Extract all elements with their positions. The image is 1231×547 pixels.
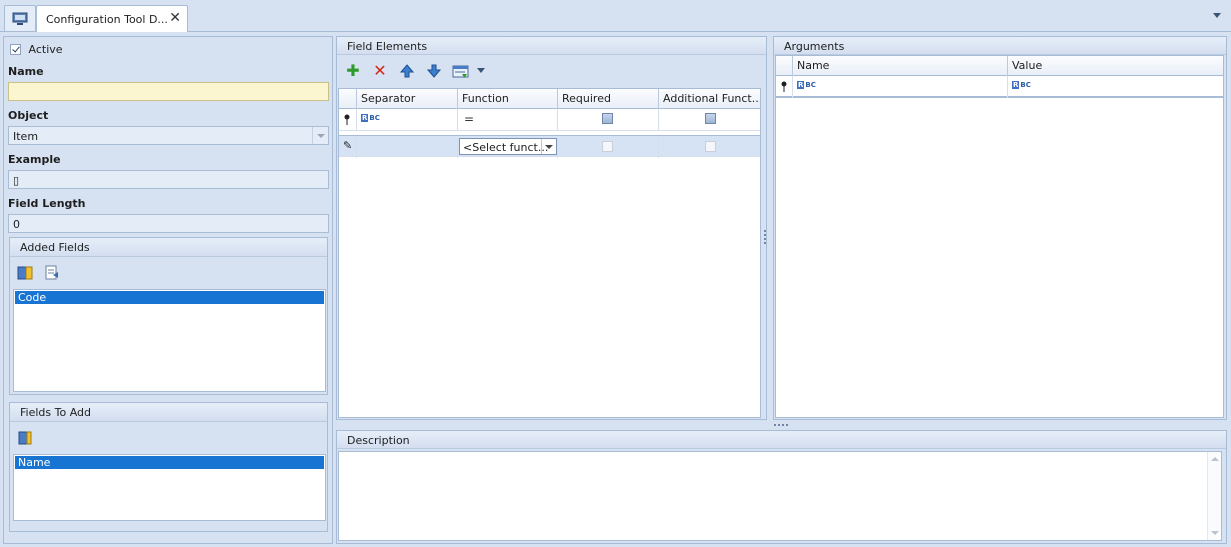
filter-row: R BC = xyxy=(339,109,760,131)
column-function[interactable]: Function xyxy=(457,89,557,109)
grid-header: Separator Function Required Additional F… xyxy=(339,89,760,109)
list-item[interactable]: Code xyxy=(15,291,324,304)
active-checkbox[interactable] xyxy=(10,43,21,55)
function-select-value: <Select funct... xyxy=(463,141,549,154)
scroll-up-icon[interactable] xyxy=(1211,457,1219,461)
fields-to-add-group: Fields To Add Name xyxy=(9,402,328,532)
delete-icon[interactable]: ✕ xyxy=(371,62,389,80)
object-select[interactable]: Item xyxy=(8,126,329,145)
new-row-function[interactable]: <Select funct... xyxy=(457,136,557,158)
field-elements-grid[interactable]: Separator Function Required Additional F… xyxy=(338,88,761,418)
new-row-required[interactable] xyxy=(557,136,658,158)
add-field-icon[interactable] xyxy=(17,265,33,281)
name-field[interactable] xyxy=(8,82,329,101)
filter-cell-additional[interactable] xyxy=(658,109,760,131)
row-indicator-header xyxy=(339,89,356,109)
column-name[interactable]: Name xyxy=(792,56,1007,76)
text-filter-icon: R BC xyxy=(361,114,380,122)
arguments-grid[interactable]: Name Value R BC R BC xyxy=(775,55,1224,418)
filter-cell-name[interactable]: R BC xyxy=(792,76,1007,98)
new-row-separator[interactable] xyxy=(356,136,457,158)
arguments-filter-row: R BC R BC xyxy=(776,76,1223,98)
move-up-icon[interactable] xyxy=(399,63,415,79)
filter-cell-function[interactable]: = xyxy=(457,109,557,131)
description-textarea[interactable] xyxy=(338,451,1222,541)
filter-row-indicator xyxy=(339,109,356,131)
object-label: Object xyxy=(8,109,49,122)
tab-list-dropdown-icon[interactable] xyxy=(1213,13,1221,18)
edit-field-icon[interactable] xyxy=(44,265,60,281)
close-tab-icon[interactable]: ✕ xyxy=(169,10,181,26)
description-scrollbar[interactable] xyxy=(1207,452,1221,540)
chevron-down-icon[interactable] xyxy=(541,139,556,154)
add-icon[interactable]: ✚ xyxy=(344,62,362,80)
horizontal-splitter[interactable] xyxy=(774,424,788,426)
added-fields-list[interactable]: Code xyxy=(13,289,326,392)
vertical-splitter[interactable] xyxy=(764,230,766,244)
chevron-down-icon[interactable] xyxy=(312,127,328,144)
filter-cell-separator[interactable]: R BC xyxy=(356,109,457,131)
home-tab[interactable] xyxy=(4,5,36,31)
new-row-additional[interactable] xyxy=(658,136,760,158)
new-row[interactable]: ✎ <Select funct... xyxy=(339,135,760,158)
row-indicator-header xyxy=(776,56,792,76)
required-checkbox[interactable] xyxy=(602,141,613,152)
move-down-icon[interactable] xyxy=(426,63,442,79)
scroll-down-icon[interactable] xyxy=(1211,531,1219,535)
filter-row-indicator xyxy=(776,76,792,98)
pencil-icon: ✎ xyxy=(343,139,353,152)
additional-filter-checkbox[interactable] xyxy=(705,113,716,124)
monitor-icon xyxy=(12,12,28,25)
left-properties-panel: Active Name Object Item Example ▯ Field … xyxy=(3,36,333,544)
required-filter-checkbox[interactable] xyxy=(602,113,613,124)
fields-to-add-list[interactable]: Name xyxy=(13,454,326,521)
active-checkbox-row[interactable]: Active xyxy=(10,42,63,56)
arguments-grid-header: Name Value xyxy=(776,56,1223,76)
field-elements-title: Field Elements xyxy=(337,37,766,55)
text-filter-icon: R BC xyxy=(1012,81,1031,89)
pin-icon xyxy=(344,114,350,125)
column-additional-function[interactable]: Additional Funct... xyxy=(658,89,760,109)
example-field: ▯ xyxy=(8,170,329,189)
field-length-field: 0 xyxy=(8,214,329,233)
column-separator[interactable]: Separator xyxy=(356,89,457,109)
column-value[interactable]: Value xyxy=(1007,56,1223,76)
name-label: Name xyxy=(8,65,44,78)
filter-cell-required[interactable] xyxy=(557,109,658,131)
view-options-dropdown-icon[interactable] xyxy=(477,68,485,73)
new-row-indicator: ✎ xyxy=(339,136,356,158)
additional-checkbox[interactable] xyxy=(705,141,716,152)
active-label: Active xyxy=(28,42,63,56)
text-filter-icon: R BC xyxy=(797,81,816,89)
added-fields-title: Added Fields xyxy=(10,238,327,257)
object-value: Item xyxy=(13,130,39,143)
added-fields-group: Added Fields Code xyxy=(9,237,328,395)
function-select[interactable]: <Select funct... xyxy=(459,138,557,155)
fields-to-add-title: Fields To Add xyxy=(10,403,327,422)
description-title: Description xyxy=(337,431,1226,449)
document-tab-bar: Configuration Tool D... ✕ xyxy=(0,0,1231,32)
tab-configuration-tool[interactable]: Configuration Tool D... ✕ xyxy=(36,5,188,32)
pin-icon xyxy=(781,81,787,92)
view-options-icon[interactable] xyxy=(452,64,470,80)
add-field-icon[interactable] xyxy=(17,430,33,446)
example-label: Example xyxy=(8,153,61,166)
arguments-title: Arguments xyxy=(774,37,1226,55)
tab-title: Configuration Tool D... xyxy=(46,13,168,26)
field-length-label: Field Length xyxy=(8,197,86,210)
filter-cell-value[interactable]: R BC xyxy=(1007,76,1223,98)
column-required[interactable]: Required xyxy=(557,89,658,109)
equals-filter-icon: = xyxy=(464,112,475,126)
list-item[interactable]: Name xyxy=(15,456,324,469)
